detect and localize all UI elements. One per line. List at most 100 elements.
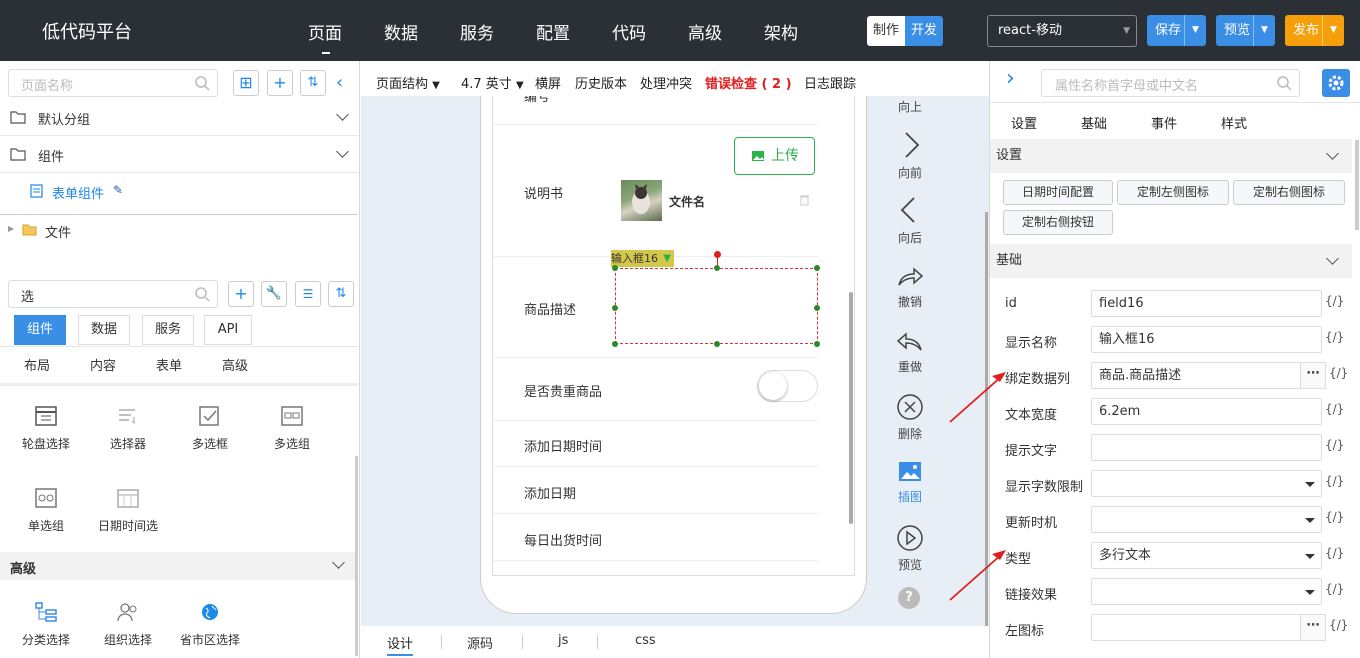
selected-textarea-box[interactable] <box>615 268 818 344</box>
tool-preview[interactable]: 预览 <box>888 524 932 573</box>
group-components[interactable]: 组件 <box>38 146 64 165</box>
upload-button[interactable]: 上传 <box>734 137 815 175</box>
tab-design[interactable]: 设计 <box>387 633 414 656</box>
tab-api[interactable]: API <box>204 315 252 345</box>
prop-code-toggle[interactable]: {/} <box>1325 330 1344 344</box>
publish-button[interactable]: 发布 ▼ <box>1285 15 1344 46</box>
prop-code-toggle[interactable]: {/} <box>1325 582 1344 596</box>
file-thumbnail[interactable] <box>621 180 662 221</box>
tab-css[interactable]: css <box>635 633 656 648</box>
custom-right-icon-button[interactable]: 定制右侧图标 <box>1233 180 1345 205</box>
log-trace-button[interactable]: 日志跟踪 <box>804 73 856 92</box>
mode-make-button[interactable]: 制作 <box>867 16 905 46</box>
basic-section-header[interactable]: 基础 <box>990 244 1352 278</box>
resize-handle[interactable] <box>612 265 618 271</box>
error-check-button[interactable]: 错误检查 ( 2 ) <box>705 73 792 92</box>
prop-bind-column-input[interactable]: 商品.商品描述 <box>1091 362 1301 389</box>
trash-icon[interactable] <box>799 194 810 206</box>
group-default[interactable]: 默认分组 <box>38 109 90 128</box>
subtab-layout[interactable]: 布局 <box>24 355 50 374</box>
comp-radio-group[interactable]: 单选组 <box>11 487 81 534</box>
expand-right-icon[interactable]: › <box>1006 66 1015 91</box>
prop-code-toggle[interactable]: {/} <box>1329 618 1348 632</box>
nav-data[interactable]: 数据 <box>384 19 418 44</box>
save-dropdown-icon[interactable]: ▼ <box>1184 15 1206 46</box>
nav-architecture[interactable]: 架构 <box>764 19 798 44</box>
prop-left-icon-input[interactable] <box>1091 614 1301 641</box>
prop-update-timing-select[interactable] <box>1091 506 1322 533</box>
prop-code-toggle[interactable]: {/} <box>1325 438 1344 452</box>
tool-forward[interactable]: 向前 <box>888 130 932 181</box>
prop-char-limit-select[interactable] <box>1091 470 1322 497</box>
tab-js[interactable]: js <box>558 633 568 648</box>
preview-dropdown-icon[interactable]: ▼ <box>1253 15 1275 46</box>
prop-display-name-input[interactable]: 输入框16 <box>1091 326 1322 353</box>
left-scrollbar[interactable] <box>355 456 358 656</box>
tool-undo[interactable]: 撤销 <box>888 263 932 310</box>
subtab-form[interactable]: 表单 <box>156 355 182 374</box>
resize-handle[interactable] <box>814 305 820 311</box>
edit-pencil-icon[interactable]: ✎ <box>113 183 123 197</box>
platform-select[interactable]: react-移动 ▼ <box>987 15 1137 47</box>
sort-icon[interactable]: ⇅ <box>300 70 326 96</box>
sort-icon[interactable]: ⇅ <box>328 281 354 307</box>
tab-components[interactable]: 组件 <box>14 315 66 345</box>
resize-handle[interactable] <box>612 341 618 347</box>
resize-handle[interactable] <box>714 341 720 347</box>
save-button[interactable]: 保存 ▼ <box>1147 15 1206 46</box>
tab-service[interactable]: 服务 <box>142 315 194 345</box>
more-dots-icon[interactable]: ⋯ <box>1300 362 1326 389</box>
device-size-menu[interactable]: 4.7 英寸 ▼ <box>461 73 524 92</box>
comp-category-select[interactable]: 分类选择 <box>11 601 81 648</box>
advanced-section-header[interactable]: 高级 <box>0 552 358 580</box>
prop-code-toggle[interactable]: {/} <box>1325 402 1344 416</box>
chevron-down-icon[interactable] <box>336 145 349 158</box>
add-folder-icon[interactable]: ⊞ <box>233 70 259 96</box>
comp-checkbox-group[interactable]: 多选组 <box>257 405 327 452</box>
custom-right-button-button[interactable]: 定制右侧按钮 <box>1003 210 1113 235</box>
nav-code[interactable]: 代码 <box>612 19 646 44</box>
add-icon[interactable]: + <box>228 281 254 307</box>
caret-right-icon[interactable]: ▶ <box>8 224 14 233</box>
rotate-handle[interactable] <box>714 251 721 258</box>
tab-style[interactable]: 样式 <box>1221 113 1247 132</box>
right-scrollbar[interactable] <box>1355 140 1359 230</box>
component-search-input[interactable]: 选 <box>8 280 218 308</box>
prop-hint-input[interactable] <box>1091 434 1322 461</box>
selected-component-tag[interactable]: 输入框16 ▼ <box>611 250 674 267</box>
form-component-item[interactable]: 表单组件 <box>52 183 104 202</box>
resize-handle[interactable] <box>714 265 720 271</box>
prop-code-toggle[interactable]: {/} <box>1325 474 1344 488</box>
landscape-button[interactable]: 横屏 <box>535 73 561 92</box>
conflict-button[interactable]: 处理冲突 <box>640 73 692 92</box>
nav-service[interactable]: 服务 <box>460 19 494 44</box>
tool-insert-image[interactable]: 插图 <box>888 460 932 505</box>
comp-org-select[interactable]: 组织选择 <box>93 601 163 648</box>
mode-dev-button[interactable]: 开发 <box>905 16 943 46</box>
phone-scrollbar[interactable] <box>849 292 853 524</box>
tab-settings[interactable]: 设置 <box>1011 113 1037 132</box>
prop-link-effect-select[interactable] <box>1091 578 1322 605</box>
chevron-down-icon[interactable] <box>1326 252 1339 265</box>
resize-handle[interactable] <box>612 305 618 311</box>
prop-type-select[interactable]: 多行文本 <box>1091 542 1322 569</box>
page-search-input[interactable]: 页面名称 <box>8 69 218 97</box>
chevron-down-icon[interactable] <box>1326 147 1339 160</box>
prop-code-toggle[interactable]: {/} <box>1329 366 1348 380</box>
comp-selector[interactable]: 选择器 <box>93 405 163 452</box>
resize-handle[interactable] <box>814 341 820 347</box>
precious-toggle[interactable] <box>757 370 818 402</box>
settings-gear-icon[interactable] <box>1322 69 1350 97</box>
preview-button[interactable]: 预览 ▼ <box>1216 15 1275 46</box>
chevron-down-icon[interactable] <box>332 556 345 569</box>
publish-dropdown-icon[interactable]: ▼ <box>1322 15 1344 46</box>
chevron-down-icon[interactable] <box>336 108 349 121</box>
prop-text-width-input[interactable]: 6.2em <box>1091 398 1322 425</box>
comp-wheel-select[interactable]: 轮盘选择 <box>11 405 81 452</box>
tab-source[interactable]: 源码 <box>467 633 493 652</box>
file-tree-item[interactable]: 文件 <box>45 222 71 241</box>
comp-datetime-select[interactable]: 日期时间选 <box>93 487 163 534</box>
comp-region-select[interactable]: 省市区选择 <box>175 601 245 648</box>
collapse-left-icon[interactable]: ‹ <box>336 72 343 93</box>
more-dots-icon[interactable]: ⋯ <box>1300 614 1326 641</box>
